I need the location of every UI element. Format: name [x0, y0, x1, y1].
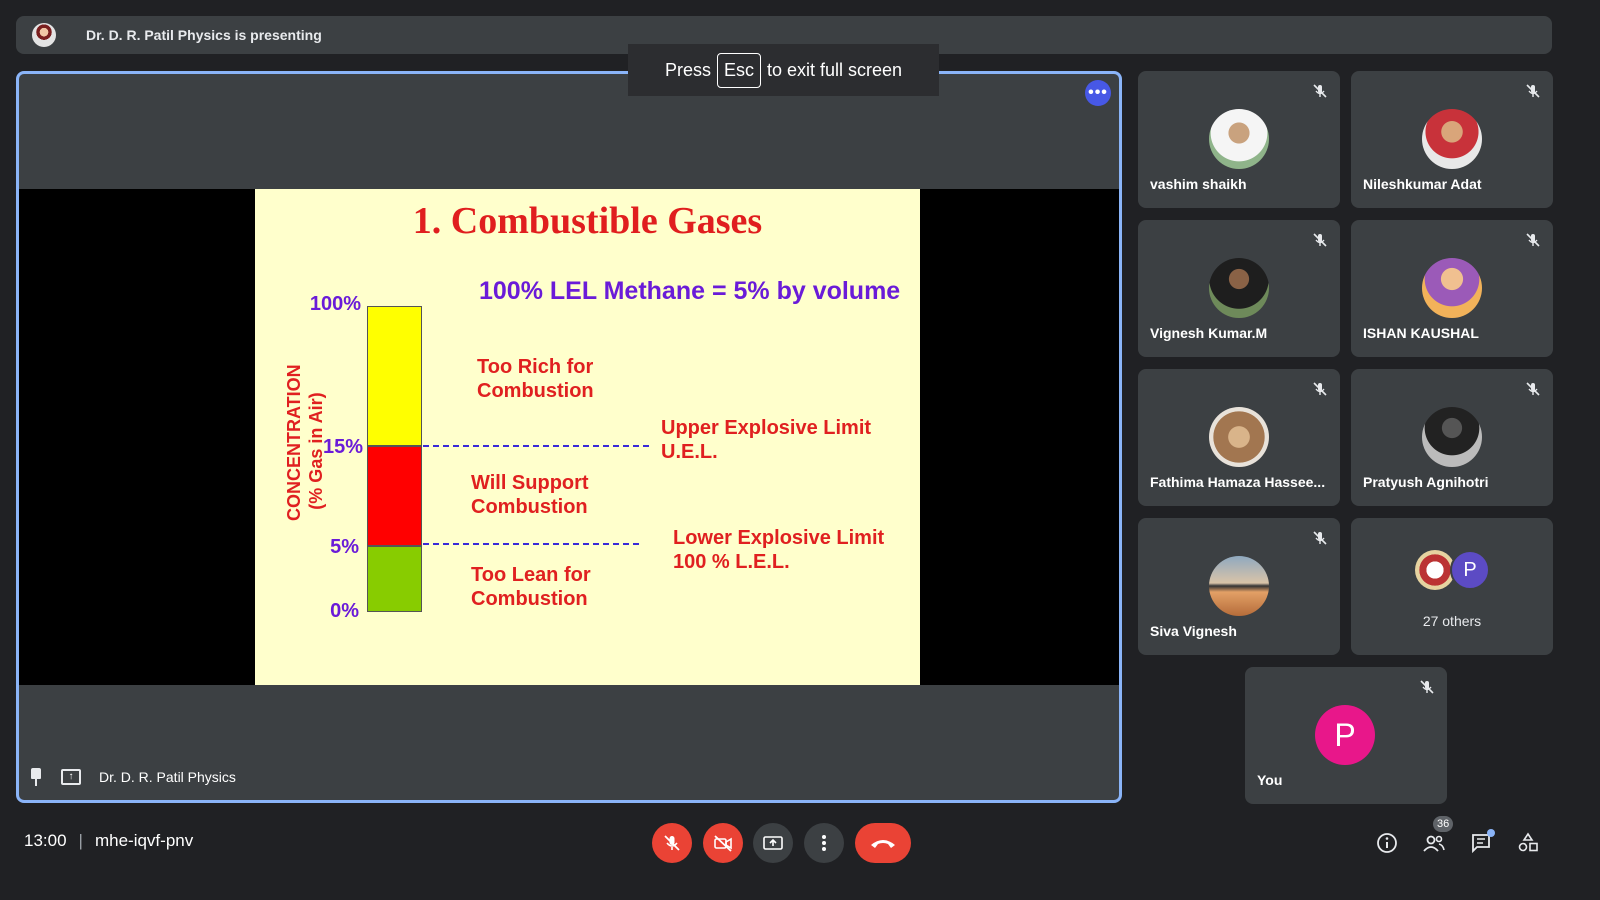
- too-rich-line-1: Too Rich for: [477, 356, 594, 378]
- toast-press: Press: [664, 59, 711, 80]
- toast-exit: to exit full screen: [766, 59, 903, 80]
- lel-line-2: 100 % L.E.L.: [673, 551, 790, 573]
- uel-text: Upper Explosive Limit U.E.L.: [661, 416, 871, 464]
- leave-call-button[interactable]: [855, 823, 911, 863]
- self-avatar: P: [1315, 705, 1375, 765]
- mic-off-icon: [1313, 233, 1327, 247]
- participant-avatar: [1209, 109, 1269, 169]
- presentation-stage: ••• 1. Combustible Gases 100% LEL Methan…: [16, 71, 1122, 803]
- participant-name: Siva Vignesh: [1150, 623, 1237, 639]
- others-avatar-letter: P: [1450, 550, 1490, 590]
- participant-name: Vignesh Kumar.M: [1150, 325, 1268, 341]
- pct-100: 100%: [309, 293, 361, 315]
- mic-off-icon: [664, 835, 680, 851]
- will-support-line-1: Will Support: [471, 472, 589, 494]
- mic-toggle-button[interactable]: [652, 823, 692, 863]
- participant-name: vashim shaikh: [1150, 176, 1247, 192]
- others-count: 27 others: [1422, 613, 1482, 629]
- presenting-text: Dr. D. R. Patil Physics is presenting: [86, 27, 322, 43]
- mic-off-icon: [1420, 680, 1434, 694]
- mic-off-icon: [1313, 84, 1327, 98]
- lel-text: Lower Explosive Limit 100 % L.E.L.: [673, 526, 884, 574]
- participant-tile[interactable]: Vignesh Kumar.M: [1138, 220, 1340, 357]
- too-rich-text: Too Rich for Combustion: [477, 355, 594, 403]
- bar-too-rich: [367, 306, 422, 446]
- others-tile[interactable]: P 27 others: [1351, 518, 1553, 655]
- presenter-name: Dr. D. R. Patil Physics: [99, 769, 236, 785]
- uel-line-2: U.E.L.: [661, 441, 718, 463]
- present-now-button[interactable]: [753, 823, 793, 863]
- stage-footer: ↑ Dr. D. R. Patil Physics: [29, 768, 236, 786]
- others-avatar: [1415, 550, 1455, 590]
- bar-too-lean: [367, 546, 422, 612]
- too-lean-line-1: Too Lean for: [471, 564, 591, 586]
- meeting-info: 13:00 | mhe-iqvf-pnv: [24, 831, 193, 851]
- participant-tile[interactable]: Fathima Hamaza Hassee...: [1138, 369, 1340, 506]
- more-options-button[interactable]: [804, 823, 844, 863]
- participant-name: Pratyush Agnihotri: [1363, 474, 1489, 490]
- camera-off-icon: [714, 835, 732, 852]
- uel-line-1: Upper Explosive Limit: [661, 417, 872, 439]
- fullscreen-toast: Press Esc to exit full screen: [628, 44, 939, 96]
- mic-off-icon: [1526, 382, 1540, 396]
- participant-avatar: [1422, 258, 1482, 318]
- present-screen-icon: [763, 836, 783, 850]
- will-support-line-2: Combustion: [471, 496, 588, 518]
- participant-tile[interactable]: ISHAN KAUSHAL: [1351, 220, 1553, 357]
- more-options-icon[interactable]: •••: [1085, 80, 1111, 106]
- will-support-text: Will Support Combustion: [471, 471, 589, 519]
- participant-avatar: [1209, 407, 1269, 467]
- presenter-avatar: [32, 23, 56, 47]
- pct-15: 15%: [322, 436, 363, 458]
- people-icon: [1423, 835, 1445, 852]
- slide: 1. Combustible Gases 100% LEL Methane = …: [255, 189, 920, 685]
- slide-lel-note: 100% LEL Methane = 5% by volume: [479, 277, 901, 305]
- too-lean-text: Too Lean for Combustion: [471, 563, 591, 611]
- chat-unread-dot: [1487, 829, 1495, 837]
- more-vertical-icon: [822, 835, 826, 851]
- meeting-separator: |: [78, 831, 83, 850]
- mic-off-icon: [1526, 84, 1540, 98]
- too-rich-line-2: Combustion: [477, 380, 594, 402]
- pct-0: 0%: [330, 600, 359, 622]
- pin-icon[interactable]: [29, 768, 43, 786]
- slide-title: 1. Combustible Gases: [412, 200, 763, 242]
- meeting-code: mhe-iqvf-pnv: [94, 831, 194, 850]
- lel-line-1: Lower Explosive Limit: [673, 527, 885, 549]
- participant-avatar: [1209, 556, 1269, 616]
- info-icon: [1377, 833, 1397, 853]
- bar-support: [367, 446, 422, 546]
- participant-tile[interactable]: Siva Vignesh: [1138, 518, 1340, 655]
- mic-off-icon: [1313, 531, 1327, 545]
- people-count-badge: 36: [1433, 816, 1454, 832]
- pct-5: 5%: [330, 536, 359, 558]
- participant-name: Fathima Hamaza Hassee...: [1150, 474, 1326, 490]
- esc-key: Esc: [716, 52, 761, 88]
- activities-icon: [1518, 832, 1538, 852]
- lel-dash-line: [423, 543, 639, 545]
- mic-off-icon: [1313, 382, 1327, 396]
- self-tile[interactable]: P You: [1245, 667, 1447, 804]
- too-lean-line-2: Combustion: [471, 588, 588, 610]
- participant-avatar: [1209, 258, 1269, 318]
- participant-avatar: [1422, 109, 1482, 169]
- meeting-time: 13:00: [24, 831, 67, 850]
- mic-off-icon: [1526, 233, 1540, 247]
- participant-avatar: [1422, 407, 1482, 467]
- presentation-icon: ↑: [61, 769, 81, 785]
- camera-toggle-button[interactable]: [703, 823, 743, 863]
- people-button[interactable]: [1420, 829, 1448, 857]
- participant-name: ISHAN KAUSHAL: [1363, 325, 1479, 341]
- hang-up-icon: [871, 840, 895, 848]
- meeting-details-button[interactable]: [1373, 829, 1401, 857]
- participant-name: Nileshkumar Adat: [1363, 176, 1482, 192]
- participant-tile[interactable]: vashim shaikh: [1138, 71, 1340, 208]
- self-name: You: [1257, 772, 1283, 788]
- activities-button[interactable]: [1514, 829, 1542, 857]
- participant-tile[interactable]: Pratyush Agnihotri: [1351, 369, 1553, 506]
- uel-dash-line: [423, 445, 649, 447]
- participant-tile[interactable]: Nileshkumar Adat: [1351, 71, 1553, 208]
